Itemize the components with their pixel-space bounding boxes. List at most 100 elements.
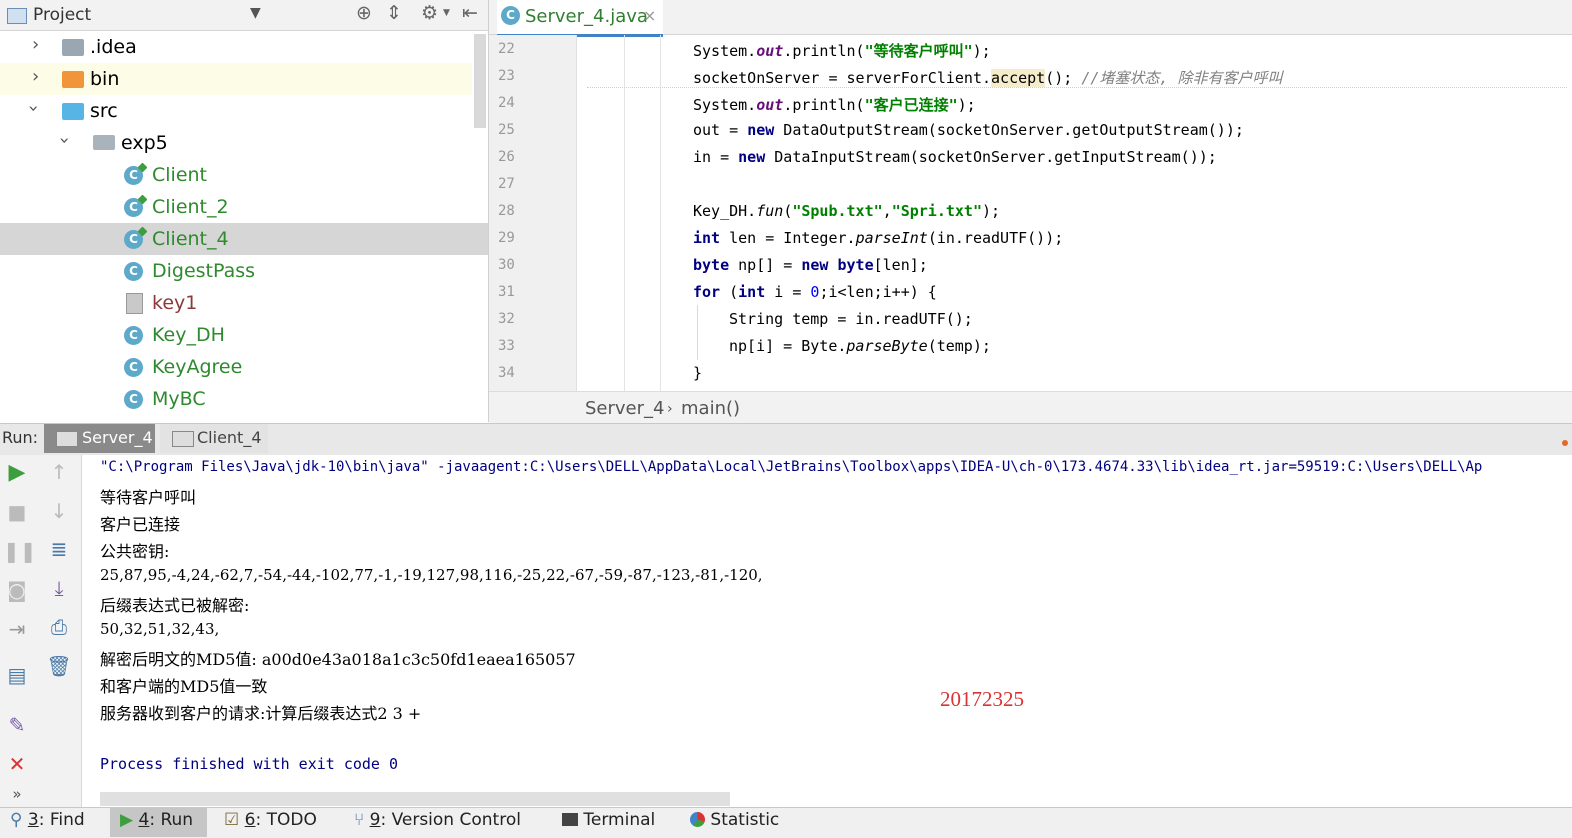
code-line-32[interactable]: String temp = in.readUTF(); [729,310,973,328]
tree-item-idea[interactable]: › .idea [0,31,472,63]
project-title[interactable]: Project [33,5,91,25]
code-line-23[interactable]: socketOnServer = serverForClient.accept(… [693,67,1282,88]
close-icon[interactable]: ✕ [3,752,31,776]
chevron-right-icon[interactable]: › [32,66,39,87]
pause-icon[interactable]: ❚❚ [3,539,37,563]
breadcrumb-class[interactable]: Server_4 [585,398,664,419]
code-line-30[interactable]: byte np[] = new byte[len]; [693,256,928,274]
pin-icon[interactable]: ✎ [3,713,31,737]
console-line: 解密后明文的MD5值: a00d0e43a018a1c3c50fd1eaea16… [100,650,576,669]
down-arrow-icon[interactable]: ↓ [45,499,73,523]
print-icon[interactable]: ⎙ [45,615,73,639]
code-line-25[interactable]: out = new DataOutputStream(socketOnServe… [693,121,1244,139]
tree-item-client-4[interactable]: C Client_4 [0,223,488,255]
tree-item-key-dh[interactable]: C Key_DH [0,319,472,351]
run-tab-server-4[interactable]: Server_4 [44,424,155,453]
hide-panel-icon[interactable]: ⇤ [462,2,478,24]
code-line-33[interactable]: np[i] = Byte.parseByte(temp); [729,337,991,355]
indent-guide [660,35,661,391]
tree-item-label: KeyAgree [152,356,243,378]
breadcrumb-separator: › [667,401,673,417]
project-view-icon[interactable] [7,8,27,24]
gear-icon[interactable]: ⚙ [421,2,438,24]
code-line-28[interactable]: Key_DH.fun("Spub.txt","Spri.txt"); [693,202,1000,220]
keyword: new [747,121,775,139]
todo-icon: ☑ [224,810,240,830]
chevron-down-icon[interactable]: › [54,137,75,144]
code-token: (); [1045,69,1082,87]
tool-find-button[interactable]: ⚲ 3: Find [10,810,85,830]
line-number: 26 [498,149,515,165]
gear-dropdown-icon[interactable]: ▼ [443,8,450,18]
tree-item-digestpass[interactable]: C DigestPass [0,255,472,287]
tree-item-label: .idea [90,36,137,58]
string-literal: "客户已连接" [864,96,958,114]
tree-item-label: Client_4 [152,228,229,250]
locate-icon[interactable]: ⊕ [356,2,372,24]
indent-guide [697,305,698,360]
camera-icon[interactable]: ◙ [3,578,31,602]
tool-statistic-button[interactable]: Statistic [690,810,779,830]
tree-item-src[interactable]: › src [0,95,472,127]
layout-icon[interactable]: ▤ [3,663,31,687]
chevron-down-icon[interactable]: ▼ [250,5,261,21]
close-icon[interactable]: × [643,6,656,25]
console-line: 客户已连接 [100,515,181,534]
tab-server-4-java[interactable]: C Server_4.java × [497,0,663,37]
code-token: ); [972,42,991,60]
class-icon: C [501,6,520,25]
tree-item-key1[interactable]: key1 [0,287,472,319]
tree-item-keyagree[interactable]: C KeyAgree [0,351,472,383]
line-number: 24 [498,95,515,111]
run-icon: ▶ [120,810,134,830]
chevron-right-icon[interactable]: › [32,34,39,55]
tool-todo-button[interactable]: ☑ 6: TODO [224,810,317,830]
run-tab-client-4[interactable]: Client_4 [160,424,268,453]
tool-terminal-button[interactable]: Terminal [562,810,655,830]
tree-item-client[interactable]: C Client [0,159,472,191]
tool-version-control-button[interactable]: ⑂ 9: Version Control [354,810,521,830]
login-icon[interactable]: ⇥ [3,617,31,641]
tool-label: Terminal [583,810,656,830]
tree-item-exp5[interactable]: › exp5 [0,127,472,159]
project-scrollbar[interactable] [474,34,486,128]
collapse-all-icon[interactable]: ⇕ [386,2,402,24]
unknown-file-icon [126,293,143,314]
tree-item-mybc[interactable]: C MyBC [0,383,472,421]
class-icon: C [124,262,143,281]
soft-wrap-icon[interactable]: ≣ [45,537,73,561]
console-horizontal-scrollbar[interactable] [100,792,730,806]
tree-item-label: key1 [152,292,198,314]
code-line-26[interactable]: in = new DataInputStream(socketOnServer.… [693,148,1217,166]
code-token: } [693,364,703,382]
code-token: ); [982,202,1001,220]
package-icon [93,135,115,150]
tool-label: : Find [38,810,85,830]
code-token: (temp); [927,337,991,355]
rerun-icon[interactable]: ▶ [3,460,31,485]
code-line-22[interactable]: System.out.println("等待客户呼叫"); [693,40,991,61]
more-icon[interactable]: » [3,785,31,803]
console-icon [56,431,78,447]
breadcrumb-method[interactable]: main() [681,398,740,419]
code-line-31[interactable]: for (int i = 0;i<len;i++) { [693,283,937,301]
code-token: len = Integer. [720,229,856,247]
tool-shortcut: 3 [27,810,39,830]
tool-run-button[interactable]: ▶ 4: Run [120,810,193,830]
code-line-29[interactable]: int len = Integer.parseInt(in.readUTF())… [693,229,1063,247]
chevron-down-icon[interactable]: › [23,105,44,112]
code-line-34[interactable]: } [693,364,702,382]
stop-icon[interactable]: ■ [3,500,31,524]
scroll-to-end-icon[interactable]: ⤓ [45,576,73,600]
console-line: 50,32,51,32,43, [100,620,220,638]
trash-icon[interactable]: 🗑 [45,654,73,678]
code-line-24[interactable]: System.out.println("客户已连接"); [693,94,976,115]
tree-item-label: Client [152,164,208,186]
tree-item-client-2[interactable]: C Client_2 [0,191,472,223]
code-token: [len]; [873,256,928,274]
up-arrow-icon[interactable]: ↑ [45,460,73,484]
line-number: 25 [498,122,515,138]
tree-item-label: bin [90,68,120,90]
keyword: new [738,148,766,166]
tree-item-bin[interactable]: › bin [0,63,472,95]
